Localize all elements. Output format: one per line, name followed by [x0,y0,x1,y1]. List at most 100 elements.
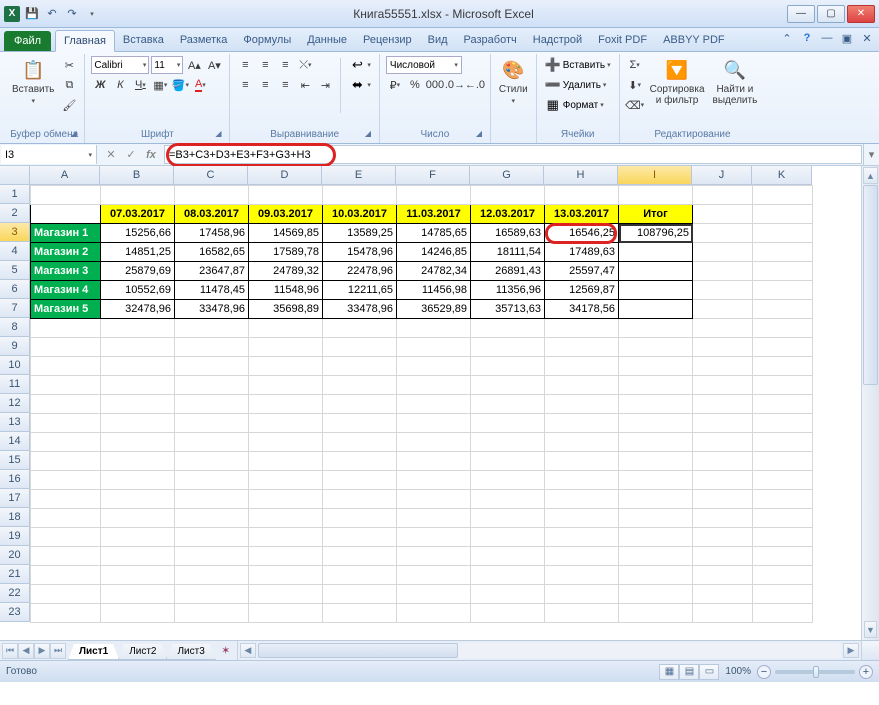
cell[interactable]: 14569,85 [249,224,323,243]
qat-customize-icon[interactable]: ▾ [84,6,100,22]
cell[interactable]: 16589,63 [471,224,545,243]
cell[interactable] [693,319,753,338]
cell[interactable] [397,604,471,623]
cell[interactable] [753,319,813,338]
cell[interactable] [693,547,753,566]
zoom-knob[interactable] [813,666,819,678]
row-header-19[interactable]: 19 [0,527,30,546]
cell[interactable]: Магазин 3 [31,262,101,281]
cell[interactable] [249,395,323,414]
cell[interactable] [31,395,101,414]
cell[interactable] [397,509,471,528]
cell[interactable] [471,528,545,547]
cell[interactable]: 25879,69 [101,262,175,281]
cell[interactable] [175,319,249,338]
cell[interactable] [175,357,249,376]
cell[interactable] [175,433,249,452]
cell[interactable] [101,338,175,357]
cell[interactable] [619,433,693,452]
cell[interactable] [249,414,323,433]
cell[interactable]: 14246,85 [397,243,471,262]
zoom-slider[interactable] [775,670,855,674]
cell[interactable]: 17589,78 [249,243,323,262]
cell[interactable]: 13.03.2017 [545,205,619,224]
row-header-4[interactable]: 4 [0,242,30,261]
cell[interactable]: 33478,96 [323,300,397,319]
cell[interactable]: Итог [619,205,693,224]
cell[interactable] [323,471,397,490]
cell[interactable] [101,414,175,433]
cell[interactable] [545,528,619,547]
percent-icon[interactable]: % [406,76,424,94]
cell[interactable] [323,433,397,452]
cell[interactable] [249,566,323,585]
cell[interactable] [693,452,753,471]
cell[interactable] [471,376,545,395]
cell[interactable] [249,357,323,376]
cell[interactable]: Магазин 5 [31,300,101,319]
cell[interactable] [31,205,101,224]
cell[interactable]: 11.03.2017 [397,205,471,224]
cancel-formula-icon[interactable]: ✕ [102,148,120,161]
cell[interactable] [397,357,471,376]
cell[interactable] [545,585,619,604]
cell[interactable] [323,376,397,395]
new-sheet-icon[interactable]: ✶ [215,641,237,660]
redo-icon[interactable]: ↷ [64,6,80,22]
cell[interactable] [693,566,753,585]
tab-вид[interactable]: Вид [420,30,456,51]
cell[interactable] [175,471,249,490]
cell[interactable] [693,186,753,205]
cell[interactable]: 25597,47 [545,262,619,281]
align-center-icon[interactable]: ≡ [256,76,274,94]
tab-вставка[interactable]: Вставка [115,30,172,51]
cell[interactable]: 11548,96 [249,281,323,300]
tab-главная[interactable]: Главная [55,30,115,52]
cell[interactable] [545,433,619,452]
cell[interactable] [471,186,545,205]
cell[interactable] [101,319,175,338]
align-right-icon[interactable]: ≡ [276,76,294,94]
minimize-button[interactable]: — [787,5,815,23]
cell[interactable] [545,547,619,566]
expand-formula-bar-icon[interactable]: ▾ [863,144,879,165]
cell[interactable] [753,357,813,376]
workbook-close-icon[interactable]: ✕ [859,30,875,46]
cell[interactable] [693,300,753,319]
cell[interactable] [753,395,813,414]
cell[interactable] [545,604,619,623]
cell[interactable] [693,262,753,281]
align-bottom-icon[interactable]: ≡ [276,56,294,74]
font-color-icon[interactable]: A▾ [191,76,209,94]
cell[interactable] [471,433,545,452]
row-header-5[interactable]: 5 [0,261,30,280]
cell[interactable] [397,566,471,585]
cell[interactable] [175,528,249,547]
delete-cells-button[interactable]: ➖Удалить ▾ [543,76,613,94]
cell[interactable] [753,585,813,604]
cell[interactable] [619,376,693,395]
col-header-G[interactable]: G [470,166,544,185]
sheet-tab-Лист2[interactable]: Лист2 [118,644,167,660]
formula-bar[interactable]: =B3+C3+D3+E3+F3+G3+H3 [164,145,862,164]
zoom-in-icon[interactable]: + [859,665,873,679]
cell[interactable] [323,319,397,338]
cell[interactable] [693,281,753,300]
cell[interactable] [545,509,619,528]
help-icon[interactable]: ? [799,30,815,46]
cell[interactable] [753,300,813,319]
cell[interactable] [31,528,101,547]
cell[interactable] [753,243,813,262]
cell[interactable] [175,376,249,395]
cell[interactable] [101,509,175,528]
page-break-view-icon[interactable]: ▭ [699,664,719,680]
dialog-launcher-icon[interactable]: ◢ [474,129,484,139]
cell[interactable] [753,433,813,452]
cell[interactable] [619,319,693,338]
cell[interactable]: 17489,63 [545,243,619,262]
cell[interactable] [323,338,397,357]
cell[interactable] [323,186,397,205]
sheet-tab-Лист3[interactable]: Лист3 [166,644,215,660]
cell[interactable] [31,490,101,509]
cell[interactable] [545,490,619,509]
